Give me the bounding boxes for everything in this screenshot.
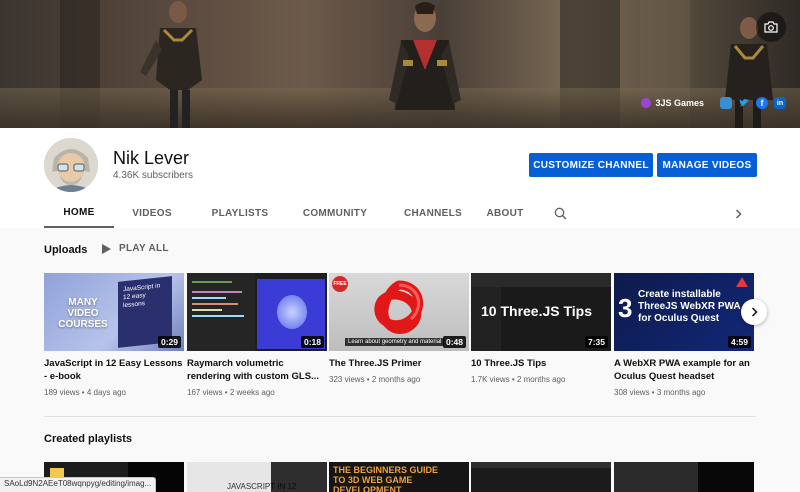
thumbnail-text: MANY VIDEO COURSES — [58, 297, 108, 330]
status-bar-url: SAoLd9N2AEeT08wqnpyg/editing/imag... — [0, 477, 157, 492]
tab-home[interactable]: HOME — [44, 198, 114, 228]
thumbnail-number: 3 — [618, 293, 633, 323]
camera-icon — [764, 21, 778, 33]
play-icon — [102, 243, 111, 254]
playlist-thumb-text: THE BEGINNERS GUIDE TO 3D WEB GAME DEVEL… — [333, 465, 439, 492]
video-meta: 167 views • 2 weeks ago — [187, 388, 275, 397]
channel-name: Nik Lever — [113, 148, 190, 168]
thumbnail-text: 10 Three.JS Tips — [481, 303, 593, 319]
video-duration: 0:48 — [442, 336, 466, 348]
channel-header: Nik Lever 4.36K subscribers CUSTOMIZE CH… — [0, 128, 800, 228]
tab-videos[interactable]: VIDEOS — [114, 198, 190, 228]
tab-about[interactable]: ABOUT — [486, 198, 524, 228]
twitter-icon[interactable] — [738, 97, 750, 109]
thumbnail-text: Create installable ThreeJS WebXR PWA for… — [638, 289, 741, 324]
logo-icon — [736, 277, 748, 287]
banner-character-center — [389, 2, 461, 110]
channel-banner: 3JS Games f in — [0, 0, 800, 128]
search-icon — [554, 207, 566, 219]
video-age: 3 months ago — [656, 388, 706, 397]
video-age: 2 months ago — [516, 375, 566, 384]
video-card[interactable]: 0:18 Raymarch volumetric rendering with … — [187, 273, 327, 397]
video-thumbnail[interactable]: FREE Learn about geometry and material 0… — [329, 273, 469, 351]
banner-links: 3JS Games f in — [641, 97, 786, 109]
playlist-card[interactable] — [471, 462, 611, 492]
video-views: 189 views — [44, 388, 80, 397]
video-meta: 308 views • 3 months ago — [614, 388, 706, 397]
video-card[interactable]: FREE Learn about geometry and material 0… — [329, 273, 469, 384]
tab-community[interactable]: COMMUNITY — [290, 198, 380, 228]
manage-videos-button[interactable]: MANAGE VIDEOS — [657, 153, 757, 177]
section-divider — [44, 416, 756, 417]
linkedin-icon[interactable]: in — [774, 97, 786, 109]
playlists-title: Created playlists — [44, 433, 133, 445]
community-icon[interactable] — [720, 97, 732, 109]
video-title[interactable]: 10 Three.JS Tips — [471, 357, 611, 370]
thumbnail-toolbar — [471, 273, 611, 287]
video-views: 1.7K views — [471, 375, 510, 384]
tab-playlists[interactable]: PLAYLISTS — [190, 198, 290, 228]
banner-character-left — [140, 1, 202, 128]
video-title[interactable]: JavaScript in 12 Easy Lessons - e-book — [44, 357, 184, 383]
channel-tabs: HOME VIDEOS PLAYLISTS COMMUNITY CHANNELS… — [44, 198, 596, 228]
playlist-card[interactable] — [614, 462, 754, 492]
video-card[interactable]: 10 Three.JS Tips 7:35 10 Three.JS Tips 1… — [471, 273, 611, 384]
video-meta: 1.7K views • 2 months ago — [471, 375, 566, 384]
video-duration: 0:18 — [300, 336, 324, 348]
video-thumbnail[interactable]: 3 Create installable ThreeJS WebXR PWA f… — [614, 273, 754, 351]
playlist-card[interactable]: JAVASCRIPT IN 12 — [187, 462, 327, 492]
change-banner-button[interactable] — [756, 12, 786, 42]
tabs-next-button[interactable] — [730, 206, 746, 222]
channel-search-button[interactable] — [524, 198, 596, 228]
banner-link-3js-games[interactable]: 3JS Games — [641, 98, 704, 108]
video-thumbnail[interactable]: MANY VIDEO COURSES JavaScript in 12 easy… — [44, 273, 184, 351]
chevron-right-icon — [751, 307, 758, 317]
torus-knot-render — [374, 280, 424, 334]
video-age: 2 months ago — [371, 375, 421, 384]
thumbnail-caption: Learn about geometry and material — [345, 338, 445, 346]
chevron-right-icon — [735, 209, 742, 219]
play-all-button[interactable]: PLAY ALL — [102, 243, 169, 254]
video-views: 323 views — [329, 375, 365, 384]
video-views: 167 views — [187, 388, 223, 397]
play-all-label: PLAY ALL — [119, 243, 169, 254]
video-age: 2 weeks ago — [229, 388, 275, 397]
banner-link-label: 3JS Games — [655, 98, 704, 108]
video-age: 4 days ago — [86, 388, 126, 397]
video-thumbnail[interactable]: 10 Three.JS Tips 7:35 — [471, 273, 611, 351]
uploads-next-button[interactable] — [741, 299, 767, 325]
video-title[interactable]: The Three.JS Primer — [329, 357, 469, 370]
uploads-title: Uploads — [44, 244, 88, 256]
video-meta: 189 views • 4 days ago — [44, 388, 126, 397]
code-editor-panel — [187, 273, 255, 351]
website-icon — [641, 98, 652, 108]
thumbnail-sidebar — [471, 287, 501, 351]
video-card[interactable]: MANY VIDEO COURSES JavaScript in 12 easy… — [44, 273, 184, 397]
book-cover-text: JavaScript in 12 easy lessons — [123, 282, 161, 310]
video-duration: 4:59 — [727, 336, 751, 348]
free-badge: FREE — [332, 276, 348, 292]
video-card[interactable]: 3 Create installable ThreeJS WebXR PWA f… — [614, 273, 754, 397]
video-meta: 323 views • 2 months ago — [329, 375, 421, 384]
tab-channels[interactable]: CHANNELS — [380, 198, 486, 228]
video-views: 308 views — [614, 388, 650, 397]
video-thumbnail[interactable]: 0:18 — [187, 273, 327, 351]
video-duration: 7:35 — [584, 336, 608, 348]
facebook-icon[interactable]: f — [756, 97, 768, 109]
subscriber-count: 4.36K subscribers — [113, 170, 194, 181]
avatar[interactable] — [44, 138, 98, 192]
customize-channel-button[interactable]: CUSTOMIZE CHANNEL — [529, 153, 653, 177]
playlist-card[interactable]: THE BEGINNERS GUIDE TO 3D WEB GAME DEVEL… — [329, 462, 469, 492]
video-title[interactable]: A WebXR PWA example for an Oculus Quest … — [614, 357, 754, 383]
video-title[interactable]: Raymarch volumetric rendering with custo… — [187, 357, 327, 383]
video-duration: 0:29 — [157, 336, 181, 348]
